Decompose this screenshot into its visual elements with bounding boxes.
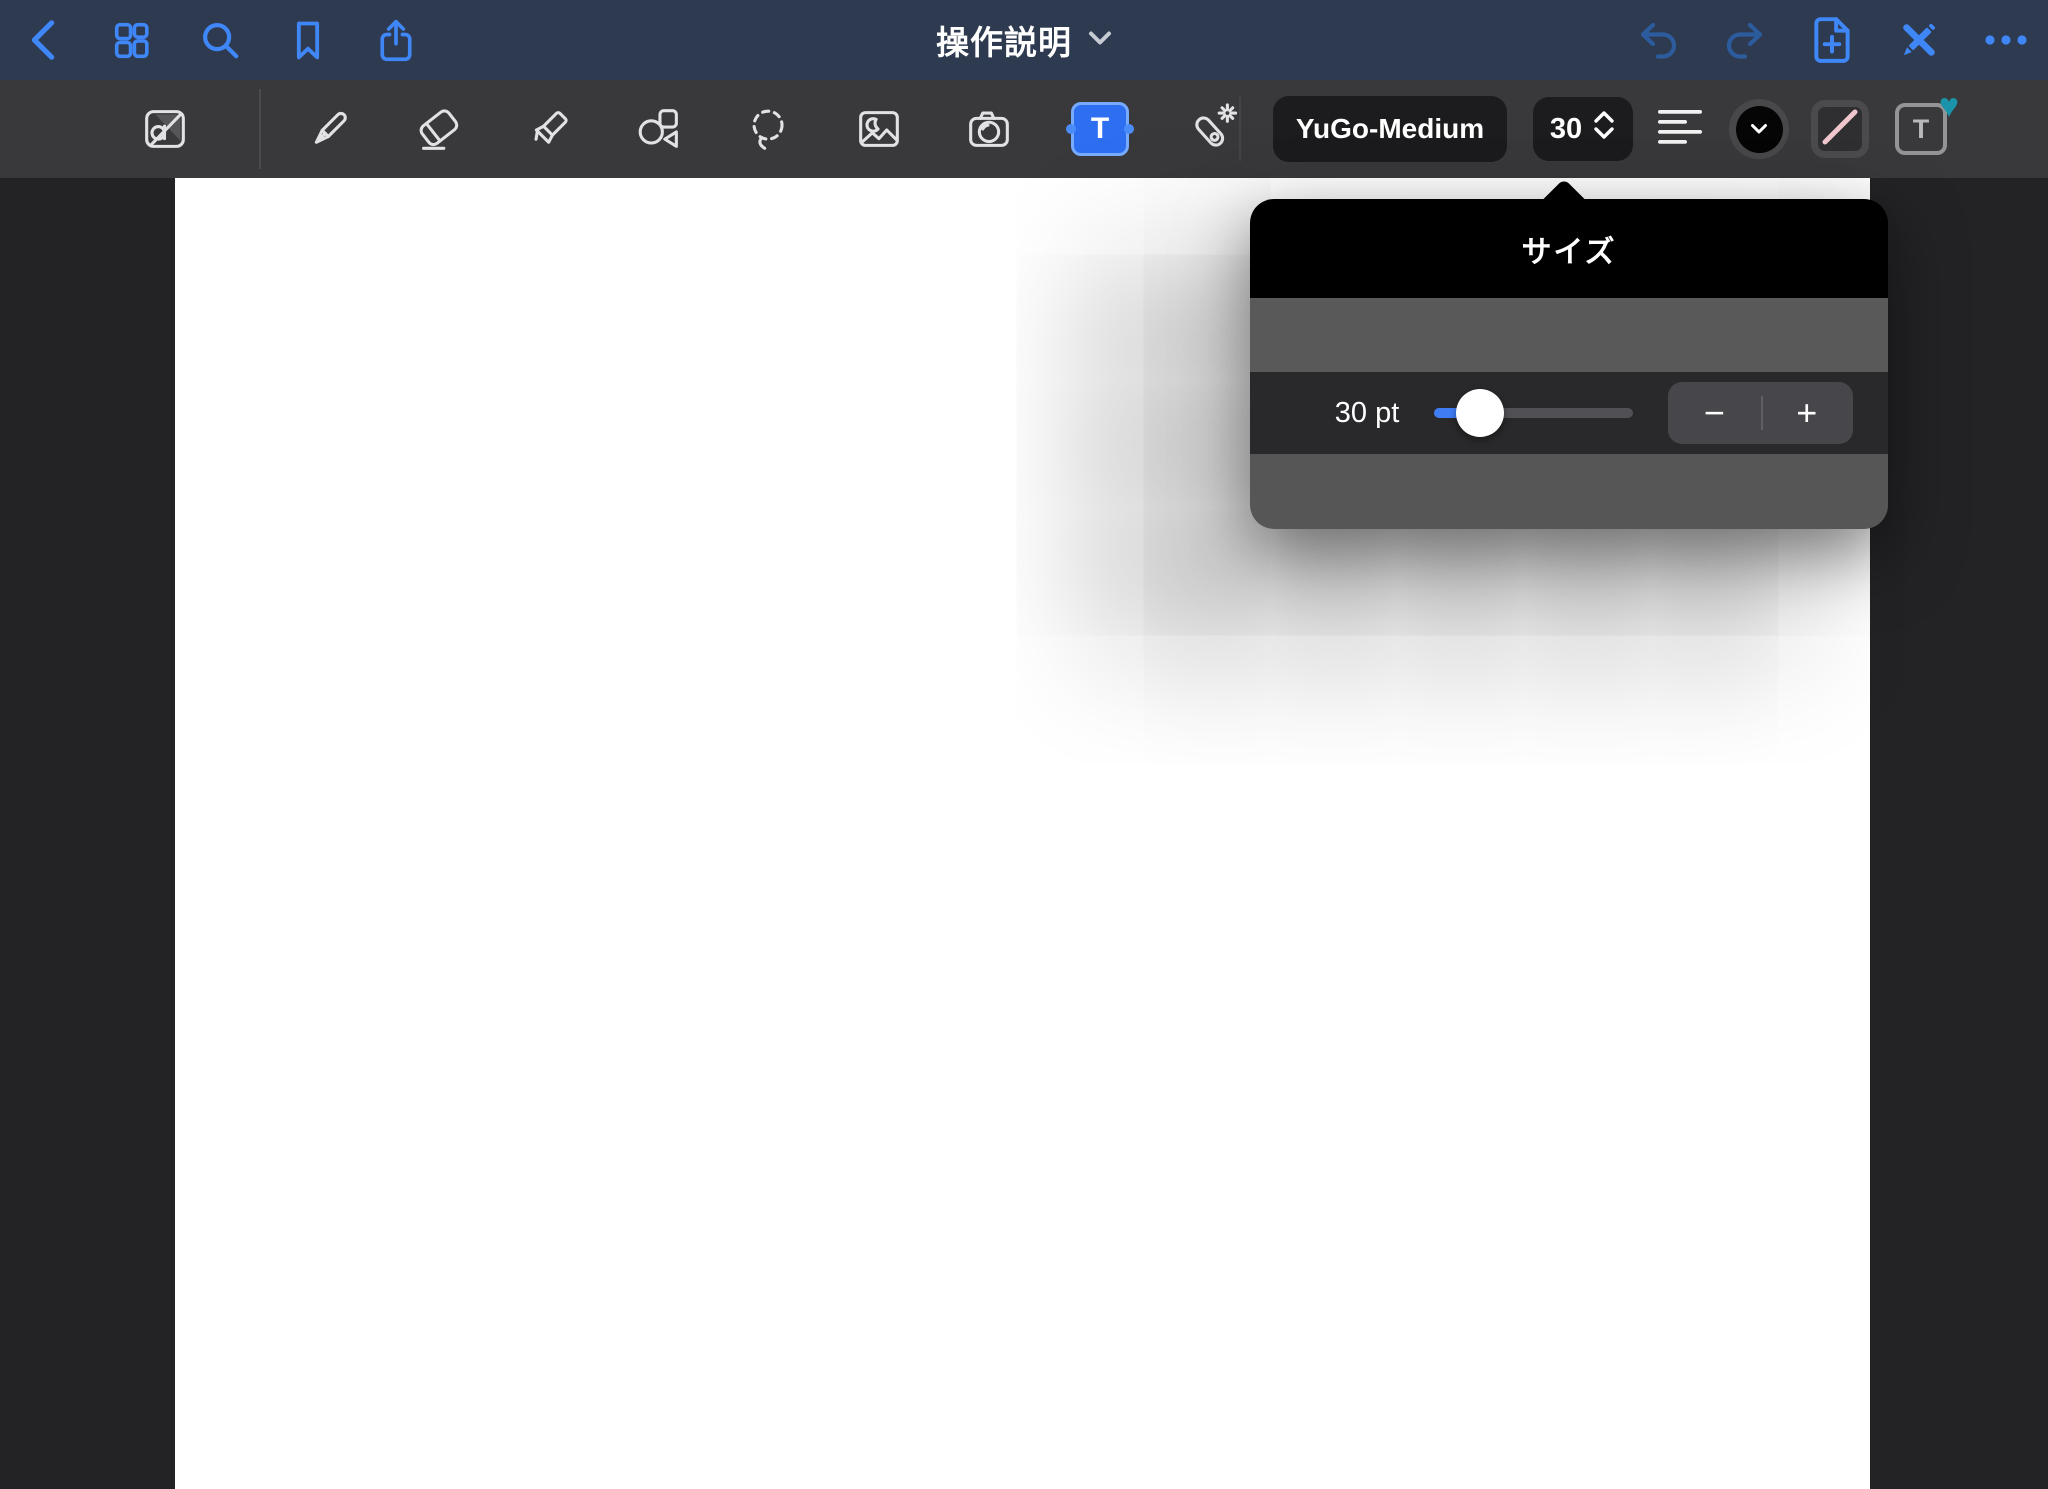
- shapes-tool[interactable]: [631, 101, 687, 157]
- text-tool-left-handle: [1066, 124, 1076, 134]
- laser-pointer-tool[interactable]: [1183, 101, 1239, 157]
- font-size-value: 30: [1549, 112, 1583, 145]
- pen-tool[interactable]: [301, 101, 357, 157]
- image-tool[interactable]: [851, 101, 907, 157]
- text-tool-right-handle: [1124, 124, 1134, 134]
- more-options-button[interactable]: [1983, 20, 2029, 60]
- size-decrease-button[interactable]: −: [1668, 382, 1761, 444]
- bookmark-icon: [286, 16, 330, 64]
- add-page-icon: [1809, 15, 1855, 65]
- add-page-button[interactable]: [1812, 17, 1852, 63]
- share-button[interactable]: [376, 19, 416, 62]
- eraser-tool[interactable]: [411, 101, 467, 157]
- text-color-button[interactable]: [1729, 99, 1789, 159]
- text-tool-glyph: T: [1090, 112, 1110, 145]
- size-increase-button[interactable]: +: [1761, 382, 1854, 444]
- text-style-glyph: T: [1912, 113, 1930, 144]
- popover-lower-band: [1250, 454, 1888, 529]
- tool-bar: T YuGo-Medium 30 T ♥: [0, 80, 2048, 178]
- highlighter-tool[interactable]: [521, 101, 577, 157]
- text-tool-selected[interactable]: T: [1066, 102, 1134, 156]
- search-button[interactable]: [200, 20, 240, 60]
- text-box-stroke-button[interactable]: [1811, 100, 1869, 158]
- camera-icon: [962, 102, 1016, 156]
- text-align-button[interactable]: [1657, 107, 1703, 151]
- redo-icon: [1723, 18, 1767, 62]
- text-color-swatch-black: [1735, 105, 1783, 153]
- topbar-left-group: [0, 19, 416, 62]
- favorite-heart-icon: ♥: [1938, 87, 1959, 125]
- top-navigation-bar: 操作説明: [0, 0, 2048, 80]
- font-family-button[interactable]: YuGo-Medium: [1273, 96, 1507, 162]
- laser-pointer-icon: [1184, 102, 1238, 156]
- size-slider-row: 30 pt − +: [1250, 372, 1888, 454]
- shapes-icon: [632, 102, 686, 156]
- lasso-tool[interactable]: [741, 101, 797, 157]
- read-only-mode-button[interactable]: [137, 101, 193, 157]
- topbar-right-group: [1638, 17, 2048, 63]
- stroke-diagonal-icon: [1818, 105, 1862, 154]
- popover-header: サイズ: [1250, 199, 1888, 298]
- pen-icon: [302, 102, 356, 156]
- camera-tool[interactable]: [961, 101, 1017, 157]
- stop-editing-button[interactable]: [1899, 20, 1939, 60]
- font-family-label: YuGo-Medium: [1295, 113, 1485, 144]
- goodnotes-app: 操作説明 T YuGo-Medium 30 T ♥ サイズ 30 pt − +: [0, 0, 2048, 1489]
- document-title[interactable]: 操作説明: [936, 16, 1072, 64]
- bookmark-button[interactable]: [288, 20, 328, 60]
- toolbar-divider: [259, 89, 261, 169]
- back-button[interactable]: [24, 20, 64, 60]
- image-icon: [852, 102, 906, 156]
- highlighter-icon: [522, 102, 576, 156]
- text-controls-group: YuGo-Medium 30 T ♥: [1239, 89, 2048, 162]
- popover-title: サイズ: [1521, 235, 1617, 269]
- size-slider-thumb[interactable]: [1456, 389, 1504, 437]
- back-chevron-icon: [23, 17, 65, 63]
- ellipsis-icon: [1983, 33, 2029, 47]
- eraser-icon: [412, 102, 466, 156]
- read-only-mode-icon: [138, 102, 192, 156]
- size-pt-label: 30 pt: [1334, 397, 1400, 429]
- text-style-favorite-button[interactable]: T ♥: [1895, 89, 1959, 155]
- font-size-button[interactable]: 30: [1533, 97, 1633, 161]
- tools-group: T: [0, 89, 1239, 169]
- pencil-x-icon: [1896, 17, 1942, 63]
- controls-divider: [1239, 97, 1241, 161]
- size-stepper-chevrons-icon: [1592, 110, 1616, 148]
- size-popover: サイズ 30 pt − +: [1250, 178, 1888, 529]
- title-chevron-down-icon: [1088, 30, 1112, 51]
- grid-icon: [110, 18, 154, 62]
- redo-button[interactable]: [1725, 20, 1765, 60]
- undo-button[interactable]: [1638, 20, 1678, 60]
- share-icon: [374, 15, 418, 65]
- search-icon: [197, 17, 243, 63]
- popover-upper-band: [1250, 298, 1888, 372]
- align-left-icon: [1657, 107, 1703, 152]
- page-thumbnails-button[interactable]: [112, 20, 152, 60]
- size-stepper: − +: [1668, 382, 1853, 444]
- undo-icon: [1636, 18, 1680, 62]
- lasso-icon: [742, 102, 796, 156]
- stepper-divider: [1760, 396, 1763, 430]
